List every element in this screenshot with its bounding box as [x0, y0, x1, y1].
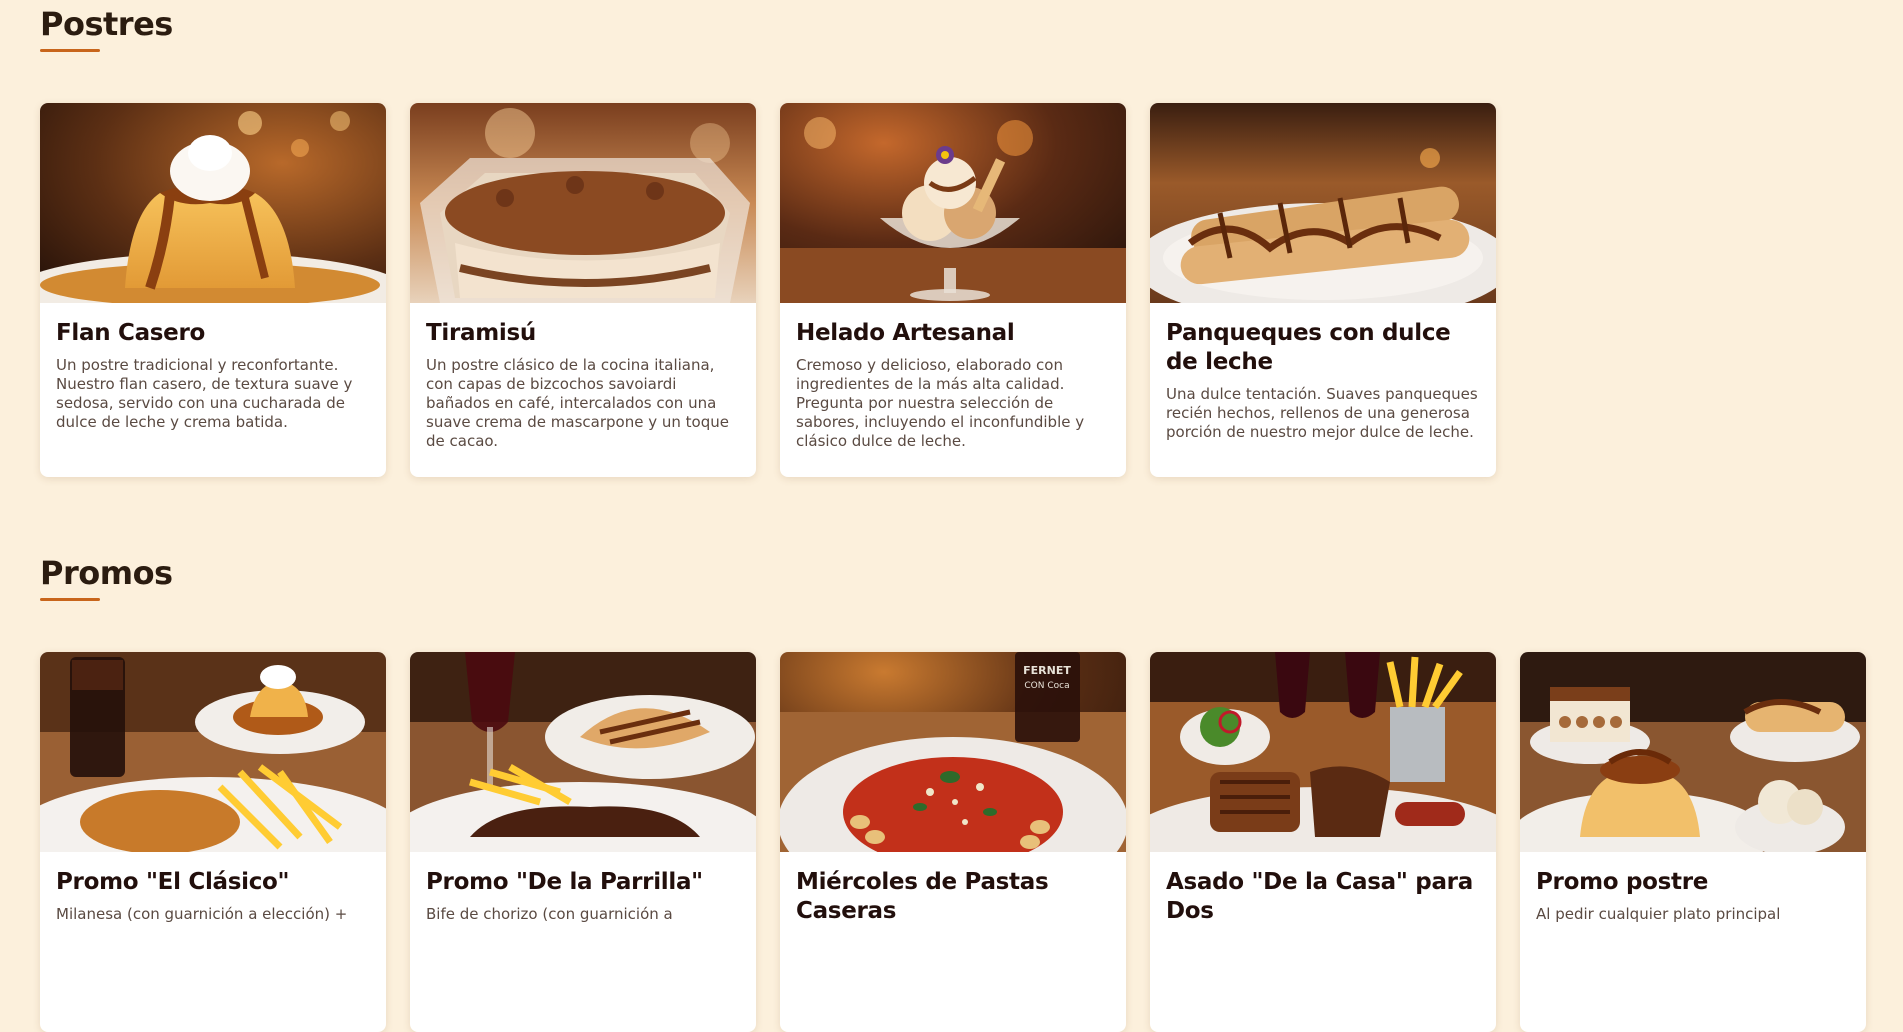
pasta-photo: FERNET CON Coca: [780, 652, 1126, 852]
card-title: Miércoles de Pastas Caseras: [796, 869, 1049, 924]
card-description: Un postre clásico de la cocina italiana,…: [426, 356, 729, 450]
menu-card-promo-el-clasico[interactable]: Promo "El Clásico" Milanesa (con guarnic…: [40, 652, 386, 1032]
menu-card-helado-artesanal[interactable]: Helado Artesanal Cremoso y delicioso, el…: [780, 103, 1126, 477]
tiramisu-photo: [410, 103, 756, 303]
title-underline: [40, 49, 100, 52]
card-title: Flan Casero: [56, 320, 206, 346]
menu-card-flan-casero[interactable]: Flan Casero Un postre tradicional y reco…: [40, 103, 386, 477]
promos-section: Promos Promo "El Clásico" Milanesa (con …: [40, 554, 1870, 1032]
ice-cream-photo: [780, 103, 1126, 303]
card-description: Una dulce tentación. Suaves panqueques r…: [1166, 385, 1478, 441]
postres-card-list: Flan Casero Un postre tradicional y reco…: [40, 103, 1496, 477]
menu-card-promo-de-la-parrilla[interactable]: Promo "De la Parrilla" Bife de chorizo (…: [410, 652, 756, 1032]
card-description: Un postre tradicional y reconfortante. N…: [56, 356, 353, 431]
flan-photo: [40, 103, 386, 303]
desserts-photo: [1520, 652, 1866, 852]
card-title: Panqueques con dulce de leche: [1166, 320, 1451, 375]
card-description: Milanesa (con guarnición a elección) +: [56, 905, 348, 923]
card-title: Helado Artesanal: [796, 320, 1015, 346]
fernet-can-label: FERNET: [1023, 664, 1071, 677]
card-title: Promo "De la Parrilla": [426, 869, 703, 895]
card-title: Asado "De la Casa" para Dos: [1166, 869, 1473, 924]
card-description: Al pedir cualquier plato principal: [1536, 905, 1781, 923]
card-description: Bife de chorizo (con guarnición a: [426, 905, 673, 923]
card-description: Cremoso y delicioso, elaborado con ingre…: [796, 356, 1085, 450]
card-title: Promo "El Clásico": [56, 869, 290, 895]
fernet-can-sublabel: CON Coca: [1024, 681, 1069, 691]
menu-card-promo-postre[interactable]: Promo postre Al pedir cualquier plato pr…: [1520, 652, 1866, 1032]
milanesa-combo-photo: [40, 652, 386, 852]
menu-card-miercoles-pastas[interactable]: FERNET CON Coca Miércoles de Pastas Case…: [780, 652, 1126, 1032]
steak-combo-photo: [410, 652, 756, 852]
card-title: Promo postre: [1536, 869, 1709, 895]
section-title: Promos: [40, 554, 173, 592]
promos-card-list: Promo "El Clásico" Milanesa (con guarnic…: [40, 652, 1866, 1032]
menu-card-asado-de-la-casa[interactable]: Asado "De la Casa" para Dos: [1150, 652, 1496, 1032]
postres-section: Postres Flan Casero Un postre tradiciona…: [40, 5, 1870, 477]
crepes-photo: [1150, 103, 1496, 303]
menu-card-tiramisu[interactable]: Tiramisú Un postre clásico de la cocina …: [410, 103, 756, 477]
title-underline: [40, 598, 100, 601]
card-title: Tiramisú: [426, 320, 536, 346]
section-title: Postres: [40, 5, 173, 43]
menu-card-panqueques[interactable]: Panqueques con dulce de leche Una dulce …: [1150, 103, 1496, 477]
asado-photo: [1150, 652, 1496, 852]
